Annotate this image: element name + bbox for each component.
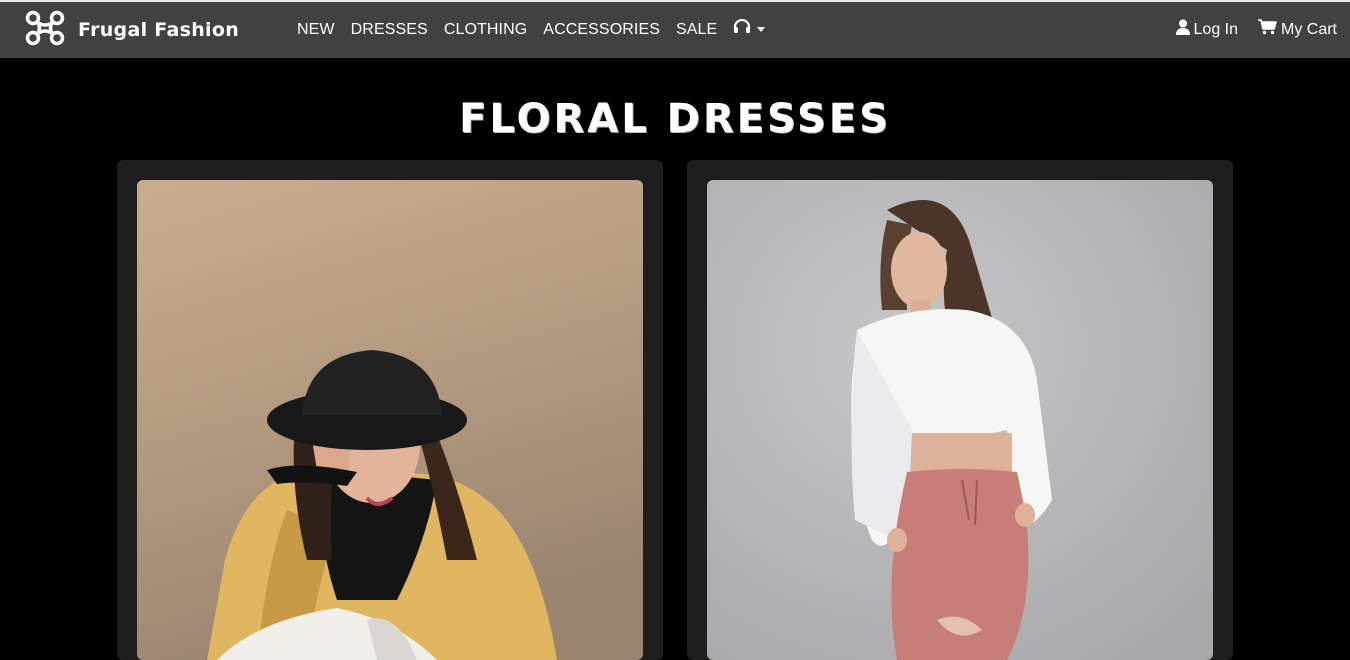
chevron-down-icon: [757, 27, 766, 32]
product-card[interactable]: [687, 160, 1233, 660]
cart-label: My Cart: [1281, 20, 1337, 38]
account-nav: Log In My Cart: [1175, 19, 1337, 40]
page-title: FLORAL DRESSES: [459, 96, 891, 142]
login-label: Log In: [1193, 20, 1238, 38]
drone-icon: [24, 10, 66, 51]
user-icon: [1175, 19, 1190, 40]
nav-item-accessories[interactable]: ACCESSORIES: [543, 21, 660, 39]
brand-name: Frugal Fashion: [78, 19, 240, 41]
nav-item-new[interactable]: NEW: [297, 21, 335, 39]
cart-icon: [1258, 19, 1277, 40]
product-image[interactable]: [137, 180, 643, 660]
nav-item-sale[interactable]: SALE: [676, 21, 717, 39]
brand-link[interactable]: Frugal Fashion: [24, 10, 240, 51]
headset-icon: [733, 18, 751, 40]
login-link[interactable]: Log In: [1175, 19, 1238, 40]
main-nav: NEW DRESSES CLOTHING ACCESSORIES SALE: [297, 18, 766, 40]
navbar: Frugal Fashion NEW DRESSES CLOTHING ACCE…: [0, 2, 1350, 58]
product-card[interactable]: [117, 160, 663, 660]
product-image[interactable]: [707, 180, 1213, 660]
cart-link[interactable]: My Cart: [1258, 19, 1337, 40]
nav-item-clothing[interactable]: CLOTHING: [444, 21, 527, 39]
support-dropdown[interactable]: [733, 18, 766, 40]
nav-item-dresses[interactable]: DRESSES: [351, 21, 428, 39]
